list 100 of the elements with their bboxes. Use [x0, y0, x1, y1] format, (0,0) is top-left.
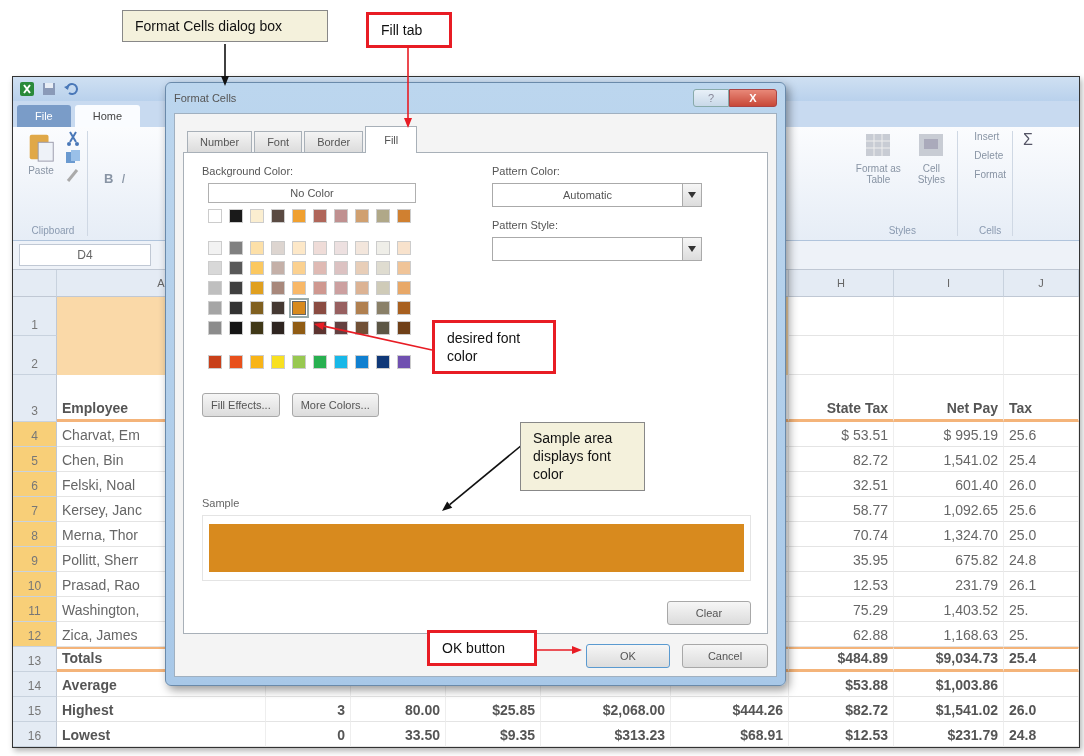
- group-label: Clipboard: [31, 225, 75, 237]
- row-header[interactable]: 5: [13, 447, 57, 472]
- scissors-icon[interactable]: [65, 130, 81, 147]
- color-swatch[interactable]: [292, 301, 306, 315]
- dialog-tab[interactable]: Font: [254, 131, 303, 152]
- row-header[interactable]: 6: [13, 472, 57, 497]
- bold-button[interactable]: B: [104, 170, 114, 186]
- row-header[interactable]: 1: [13, 297, 57, 336]
- select-all-corner[interactable]: [13, 270, 57, 297]
- dialog-tab[interactable]: Number: [187, 131, 253, 152]
- column-header[interactable]: J: [1004, 270, 1079, 297]
- callout-label: Fill tab: [366, 12, 452, 49]
- table-cell: 25.0: [1004, 522, 1079, 547]
- close-button[interactable]: X: [729, 89, 777, 107]
- row-header[interactable]: 8: [13, 522, 57, 547]
- sum-button[interactable]: Σ: [1023, 130, 1033, 149]
- ok-button[interactable]: OK: [586, 644, 670, 668]
- row-header[interactable]: 15: [13, 697, 57, 722]
- column-header[interactable]: I: [894, 270, 1004, 297]
- pattern-color-label: Pattern Color:: [492, 165, 561, 177]
- table-cell: Lowest: [57, 722, 266, 747]
- undo-icon[interactable]: [63, 80, 79, 97]
- brush-icon[interactable]: [65, 166, 81, 183]
- table-cell: 26.0: [1004, 697, 1079, 722]
- row-header[interactable]: 3: [13, 375, 57, 422]
- name-box[interactable]: D4: [19, 244, 151, 267]
- pattern-style-select[interactable]: [492, 237, 702, 261]
- row-header[interactable]: 2: [13, 336, 57, 375]
- table-cell: $231.79: [894, 722, 1004, 747]
- row-header[interactable]: 11: [13, 597, 57, 622]
- table-cell: 12.53: [789, 572, 894, 597]
- save-icon[interactable]: [41, 80, 57, 97]
- table-cell: 80.00: [351, 697, 446, 722]
- table-cell: $444.26: [671, 697, 789, 722]
- table-cell: Tax: [1004, 375, 1079, 422]
- table-cell: 26.1: [1004, 572, 1079, 597]
- cell-styles-button[interactable]: Cell Styles: [911, 162, 952, 185]
- background-color-label: Background Color:: [202, 165, 295, 177]
- row-header[interactable]: 13: [13, 647, 57, 672]
- table-cell: 58.77: [789, 497, 894, 522]
- ribbon-tab[interactable]: File: [17, 104, 71, 127]
- table-cell: Highest: [57, 697, 266, 722]
- row-header[interactable]: 12: [13, 622, 57, 647]
- format-as-table-button[interactable]: Format as Table: [853, 162, 904, 185]
- table-cell: $1,003.86: [894, 672, 1004, 697]
- no-color-button[interactable]: No Color: [208, 183, 416, 203]
- ribbon-command[interactable]: Delete: [974, 149, 1004, 161]
- more-colors-button[interactable]: More Colors...: [291, 393, 379, 417]
- table-cell: $ 995.19: [894, 422, 1004, 447]
- table-cell: $9,034.73: [894, 647, 1004, 672]
- table-cell: $53.88: [789, 672, 894, 697]
- ribbon-command[interactable]: Format: [974, 168, 1006, 180]
- table-cell: 82.72: [789, 447, 894, 472]
- callout-label: Sample area displays font color: [520, 422, 645, 491]
- table-cell: 62.88: [789, 622, 894, 647]
- row-header[interactable]: 14: [13, 672, 57, 697]
- callout-label: desired font color: [432, 320, 556, 375]
- copy-icon[interactable]: [65, 148, 81, 165]
- dropdown-arrow-icon: [688, 192, 696, 198]
- row-header[interactable]: 7: [13, 497, 57, 522]
- cancel-button[interactable]: Cancel: [682, 644, 768, 668]
- paste-label[interactable]: Paste: [28, 164, 54, 176]
- dialog-tab[interactable]: Border: [304, 131, 364, 152]
- callout-label: Format Cells dialog box: [122, 10, 328, 43]
- table-cell: $ 53.51: [789, 422, 894, 447]
- ribbon-tab[interactable]: Home: [74, 104, 141, 127]
- table-cell: 32.51: [789, 472, 894, 497]
- table-cell: 675.82: [894, 547, 1004, 572]
- table-cell: 1,324.70: [894, 522, 1004, 547]
- table-cell: $313.23: [541, 722, 671, 747]
- pattern-color-select[interactable]: Automatic: [492, 183, 702, 207]
- italic-button[interactable]: I: [121, 170, 125, 186]
- table-cell: 231.79: [894, 572, 1004, 597]
- row-header[interactable]: 10: [13, 572, 57, 597]
- help-button[interactable]: ?: [693, 89, 729, 107]
- clear-button[interactable]: Clear: [667, 601, 751, 625]
- dialog-tab[interactable]: Fill: [365, 126, 418, 153]
- row-header[interactable]: 4: [13, 422, 57, 447]
- table-cell: 25.4: [1004, 447, 1079, 472]
- row-header[interactable]: 9: [13, 547, 57, 572]
- table-cell: 1,092.65: [894, 497, 1004, 522]
- sample-label: Sample: [202, 497, 241, 509]
- row-header[interactable]: 16: [13, 722, 57, 747]
- table-cell: $68.91: [671, 722, 789, 747]
- spreadsheet-app-icon[interactable]: [19, 80, 35, 97]
- table-cell: $82.72: [789, 697, 894, 722]
- ribbon-command[interactable]: Insert: [974, 130, 1000, 142]
- table-cell: 25.6: [1004, 422, 1079, 447]
- dialog-title: Format Cells: [174, 92, 237, 104]
- table-cell: $2,068.00: [541, 697, 671, 722]
- table-cell: $484.89: [789, 647, 894, 672]
- group-label: Cells: [979, 225, 1002, 237]
- table-cell: 35.95: [789, 547, 894, 572]
- table-cell: 1,168.63: [894, 622, 1004, 647]
- table-cell: 24.8: [1004, 547, 1079, 572]
- table-cell: 1,541.02: [894, 447, 1004, 472]
- column-header[interactable]: H: [789, 270, 894, 297]
- table-cell: 25.: [1004, 622, 1079, 647]
- fill-effects-button[interactable]: Fill Effects...: [202, 393, 280, 417]
- table-cell: 25.: [1004, 597, 1079, 622]
